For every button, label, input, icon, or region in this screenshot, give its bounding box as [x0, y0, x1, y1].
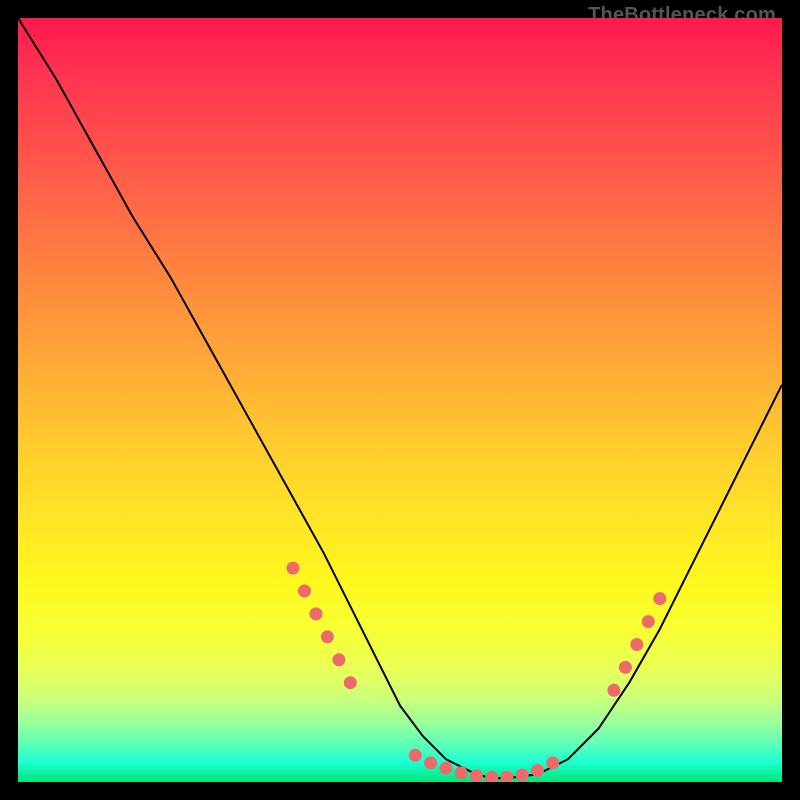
- data-point: [531, 764, 544, 777]
- data-point: [310, 607, 323, 620]
- data-point: [409, 749, 422, 762]
- data-point: [501, 771, 514, 782]
- performance-curve: [18, 18, 782, 778]
- data-point: [298, 585, 311, 598]
- data-point: [653, 592, 666, 605]
- data-point: [485, 771, 498, 782]
- data-point: [470, 769, 483, 782]
- data-point: [455, 766, 468, 779]
- data-point: [607, 684, 620, 697]
- data-point: [424, 756, 437, 769]
- data-point: [630, 638, 643, 651]
- data-point: [546, 756, 559, 769]
- data-point: [321, 630, 334, 643]
- data-point: [642, 615, 655, 628]
- data-point: [344, 676, 357, 689]
- chart-frame: TheBottleneck.com: [18, 18, 782, 782]
- data-point: [287, 562, 300, 575]
- data-point: [332, 653, 345, 666]
- chart-svg: [18, 18, 782, 782]
- data-point: [619, 661, 632, 674]
- data-point: [516, 769, 529, 782]
- data-point: [439, 762, 452, 775]
